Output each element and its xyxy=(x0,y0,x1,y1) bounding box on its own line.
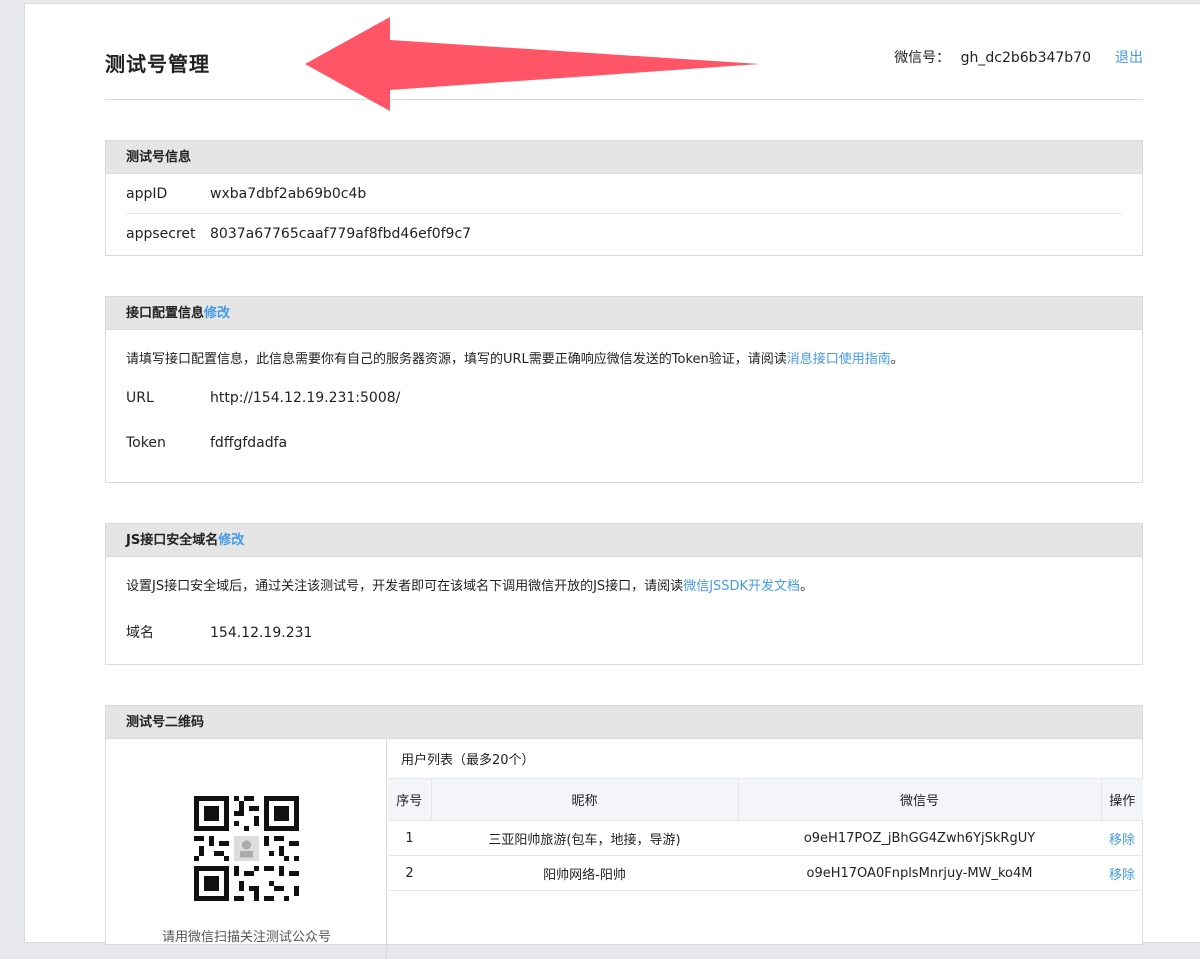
url-label: URL xyxy=(126,390,154,406)
description-text: 请填写接口配置信息，此信息需要你有自己的服务器资源，填写的URL需要正确响应微信… xyxy=(126,352,787,367)
message-api-guide-link[interactable]: 消息接口使用指南 xyxy=(787,352,891,367)
domain-label: 域名 xyxy=(126,625,154,641)
api-config-edit-link[interactable]: 修改 xyxy=(204,306,230,321)
col-action: 操作 xyxy=(1101,778,1143,821)
appsecret-value: 8037a67765caaf779af8fbd46ef0f9c7 xyxy=(210,226,472,242)
qr-caption: 请用微信扫描关注测试公众号 xyxy=(161,930,331,945)
user-nickname: 阳帅网络-阳帅 xyxy=(431,855,738,891)
user-index: 1 xyxy=(388,820,431,856)
page-header: 测试号管理 微信号： gh_dc2b6b347b70 退出 xyxy=(105,4,1143,111)
appid-row: appID wxba7dbf2ab69b0c4b xyxy=(126,174,1122,214)
col-wechat-id: 微信号 xyxy=(738,778,1102,821)
panel-title: 测试号信息 xyxy=(126,150,192,165)
test-account-info-panel: 测试号信息 appID wxba7dbf2ab69b0c4b appsecret… xyxy=(105,140,1143,256)
panel-header: 接口配置信息修改 xyxy=(106,297,1142,330)
page-container: 测试号管理 微信号： gh_dc2b6b347b70 退出 测试号信息 appI… xyxy=(24,3,1200,959)
description-suffix: 。 xyxy=(890,352,904,367)
remove-user-button[interactable]: 移除 xyxy=(1101,820,1143,856)
panel-title: 接口配置信息 xyxy=(126,306,205,321)
token-row: Token fdffgfdadfa xyxy=(126,420,1122,466)
js-domain-edit-link[interactable]: 修改 xyxy=(218,533,244,548)
user-wechat-id: o9eH17OA0FnplsMnrjuy-MW_ko4M xyxy=(738,855,1101,891)
domain-value: 154.12.19.231 xyxy=(210,625,313,641)
qr-code-panel: 测试号二维码 请用微信扫描关注测试公众号 用户列表（最多20个） 序号 昵称 微… xyxy=(105,705,1143,959)
user-list-title: 用户列表（最多20个） xyxy=(401,753,535,768)
panel-title: 测试号二维码 xyxy=(126,715,205,730)
col-index: 序号 xyxy=(388,778,432,821)
appsecret-row: appsecret 8037a67765caaf779af8fbd46ef0f9… xyxy=(126,214,1122,254)
js-domain-description: 设置JS接口安全域后，通过关注该测试号，开发者即可在该域名下调用微信开放的JS接… xyxy=(106,577,1142,597)
panel-header: 测试号二维码 xyxy=(106,706,1142,739)
account-id: gh_dc2b6b347b70 xyxy=(960,50,1091,66)
panel-header: JS接口安全域名修改 xyxy=(106,524,1142,557)
js-domain-panel: JS接口安全域名修改 设置JS接口安全域后，通过关注该测试号，开发者即可在该域名… xyxy=(105,523,1143,665)
remove-user-button[interactable]: 移除 xyxy=(1101,855,1143,891)
user-index: 2 xyxy=(388,855,431,891)
table-row: 2 阳帅网络-阳帅 o9eH17OA0FnplsMnrjuy-MW_ko4M 移… xyxy=(388,855,1143,891)
account-label: 微信号： xyxy=(894,50,951,66)
appid-value: wxba7dbf2ab69b0c4b xyxy=(210,186,367,202)
account-info: 微信号： gh_dc2b6b347b70 xyxy=(894,47,1091,67)
table-row: 1 三亚阳帅旅游(包车，地接，导游) o9eH17POZ_jBhGG4Zwh6Y… xyxy=(388,820,1143,856)
panel-header: 测试号信息 xyxy=(106,141,1142,174)
description-suffix: 。 xyxy=(800,579,814,594)
page-title: 测试号管理 xyxy=(105,52,210,76)
panel-title: JS接口安全域名 xyxy=(126,533,219,548)
table-header-row: 序号 昵称 微信号 操作 xyxy=(388,778,1143,821)
api-config-description: 请填写接口配置信息，此信息需要你有自己的服务器资源，填写的URL需要正确响应微信… xyxy=(106,350,1142,370)
logout-link[interactable]: 退出 xyxy=(1115,47,1143,67)
red-arrow-annotation-icon xyxy=(305,17,760,111)
domain-row: 域名 154.12.19.231 xyxy=(126,613,1122,653)
appid-label: appID xyxy=(126,186,168,202)
token-value: fdffgfdadfa xyxy=(210,435,288,451)
qr-code-area: 请用微信扫描关注测试公众号 xyxy=(106,739,387,959)
user-nickname: 三亚阳帅旅游(包车，地接，导游) xyxy=(431,820,738,856)
user-list-table: 序号 昵称 微信号 操作 1 三亚阳帅旅游(包车，地接，导游) o9eH17PO… xyxy=(388,778,1143,891)
token-label: Token xyxy=(126,435,166,451)
appsecret-label: appsecret xyxy=(126,226,196,242)
jssdk-docs-link[interactable]: 微信JSSDK开发文档 xyxy=(683,579,800,594)
col-nickname: 昵称 xyxy=(431,778,739,821)
url-value: http://154.12.19.231:5008/ xyxy=(210,390,401,406)
description-text: 设置JS接口安全域后，通过关注该测试号，开发者即可在该域名下调用微信开放的JS接… xyxy=(126,579,684,594)
user-wechat-id: o9eH17POZ_jBhGG4Zwh6YjSkRgUY xyxy=(738,820,1101,856)
qr-code-icon xyxy=(194,796,299,901)
url-row: URL http://154.12.19.231:5008/ xyxy=(126,376,1122,420)
api-config-panel: 接口配置信息修改 请填写接口配置信息，此信息需要你有自己的服务器资源，填写的UR… xyxy=(105,296,1143,483)
